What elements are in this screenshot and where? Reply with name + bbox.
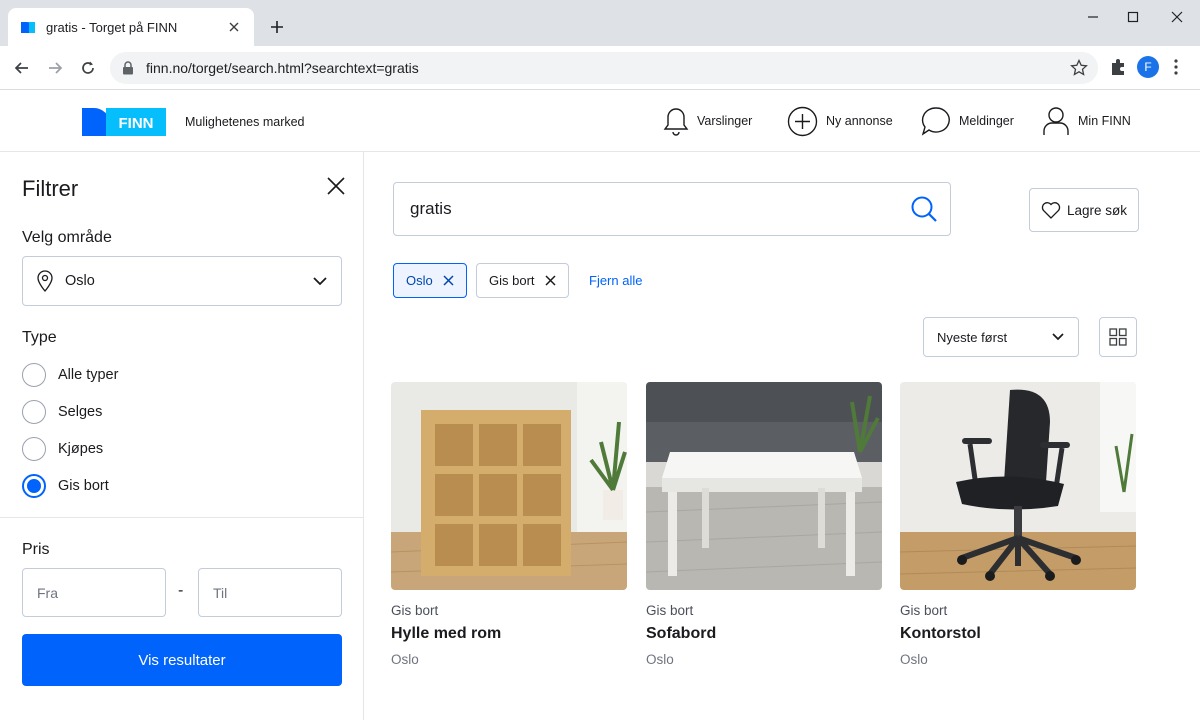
finn-logo[interactable]: FINN (82, 107, 166, 137)
profile-avatar[interactable]: F (1137, 56, 1159, 78)
bookmark-star-icon[interactable] (1070, 59, 1088, 77)
office-chair-photo[interactable] (900, 382, 1136, 590)
result-location: Oslo (391, 652, 419, 667)
price-separator: - (178, 582, 184, 599)
result-card[interactable]: Gis bort Hylle med rom Oslo (391, 382, 627, 667)
new-tab-icon[interactable] (266, 16, 288, 38)
nav-messages[interactable]: Meldinger (921, 104, 1014, 138)
result-type: Gis bort (900, 603, 948, 618)
tagline: Mulighetenes marked (185, 115, 305, 129)
result-title[interactable]: Sofabord (646, 625, 882, 643)
price-to-input[interactable] (198, 568, 342, 617)
filter-chip-give-away[interactable]: Gis bort (476, 263, 569, 298)
chevron-down-icon (1052, 333, 1064, 341)
filter-title: Filtrer (22, 176, 79, 201)
section-divider (0, 517, 364, 518)
filter-chip-oslo[interactable]: Oslo (393, 263, 467, 298)
radio-label: Alle typer (58, 367, 119, 383)
browser-toolbar: finn.no/torget/search.html?searchtext=gr… (0, 46, 1200, 90)
chat-bubble-icon (921, 107, 950, 136)
radio-label: Gis bort (58, 478, 109, 494)
nav-notifications[interactable]: Varslinger (663, 104, 752, 138)
area-label: Velg område (22, 229, 112, 246)
result-card[interactable]: Gis bort Kontorstol Oslo (900, 382, 1136, 667)
chip-label: Gis bort (489, 273, 535, 288)
radio-button[interactable] (22, 363, 46, 387)
forward-arrow-icon[interactable] (43, 56, 67, 80)
result-title[interactable]: Hylle med rom (391, 625, 627, 643)
heart-icon (1041, 202, 1061, 219)
show-results-button[interactable]: Vis resultater (22, 634, 342, 686)
logo-text: FINN (119, 115, 154, 132)
result-location: Oslo (900, 652, 928, 667)
type-label: Type (22, 329, 57, 346)
radio-label: Kjøpes (58, 441, 104, 457)
browser-menu-icon[interactable] (1170, 56, 1182, 78)
nav-label: Varslinger (697, 114, 753, 128)
nav-label: Min FINN (1078, 114, 1131, 128)
result-type: Gis bort (391, 603, 439, 618)
radio-all-types[interactable]: Alle typer (22, 362, 118, 388)
search-input[interactable]: gratis (393, 182, 951, 236)
price-label: Pris (22, 541, 50, 558)
area-select[interactable]: Oslo (22, 256, 342, 306)
radio-give-away[interactable]: Gis bort (22, 473, 109, 499)
plus-circle-icon (787, 106, 818, 136)
minimize-icon[interactable] (1082, 8, 1104, 26)
nav-my-finn[interactable]: Min FINN (1042, 104, 1131, 138)
chevron-down-icon (313, 276, 327, 285)
radio-button[interactable] (22, 437, 46, 461)
clear-all-link[interactable]: Fjern alle (589, 273, 642, 288)
browser-tab[interactable]: gratis - Torget på FINN (8, 8, 254, 46)
maximize-icon[interactable] (1122, 8, 1144, 26)
bookshelf-photo[interactable] (391, 382, 627, 590)
bell-icon (663, 108, 689, 136)
filter-sidebar: Filtrer Velg område Oslo Type Alle typer… (0, 152, 364, 720)
tab-close-icon[interactable] (226, 19, 242, 35)
area-value: Oslo (65, 273, 95, 289)
radio-label: Selges (58, 404, 103, 420)
price-from-input[interactable] (22, 568, 166, 617)
radio-sell[interactable]: Selges (22, 399, 102, 425)
close-icon[interactable] (326, 176, 346, 196)
user-icon (1043, 107, 1069, 135)
coffee-table-photo[interactable] (646, 382, 882, 590)
extensions-puzzle-icon[interactable] (1108, 57, 1128, 77)
grid-icon (1109, 328, 1127, 346)
site-header: FINN Mulighetenes marked Varslinger Ny a… (0, 90, 1200, 152)
result-location: Oslo (646, 652, 674, 667)
search-icon[interactable] (910, 195, 938, 223)
reload-icon[interactable] (76, 56, 100, 80)
nav-new-ad[interactable]: Ny annonse (787, 104, 893, 138)
radio-button-checked[interactable] (22, 474, 46, 498)
url-text: finn.no/torget/search.html?searchtext=gr… (146, 60, 419, 76)
window-close-icon[interactable] (1166, 8, 1188, 26)
chip-remove-icon[interactable] (443, 275, 454, 286)
lock-icon (123, 61, 133, 75)
search-query: gratis (410, 199, 452, 218)
result-card[interactable]: Gis bort Sofabord Oslo (646, 382, 882, 667)
address-bar[interactable]: finn.no/torget/search.html?searchtext=gr… (110, 52, 1098, 84)
nav-label: Ny annonse (826, 114, 893, 128)
finn-favicon-icon (21, 22, 35, 33)
radio-button[interactable] (22, 400, 46, 424)
grid-view-toggle[interactable] (1099, 317, 1137, 357)
chip-label: Oslo (406, 273, 433, 288)
save-search-label: Lagre søk (1066, 202, 1128, 218)
radio-buy[interactable]: Kjøpes (22, 436, 103, 462)
nav-label: Meldinger (959, 114, 1014, 128)
back-arrow-icon[interactable] (10, 56, 34, 80)
chip-remove-icon[interactable] (544, 275, 556, 286)
sort-value: Nyeste først (937, 329, 1008, 345)
tab-title: gratis - Torget på FINN (46, 19, 178, 35)
location-pin-icon (37, 270, 53, 292)
save-search-button[interactable]: Lagre søk (1029, 188, 1139, 232)
result-title[interactable]: Kontorstol (900, 625, 1136, 643)
result-type: Gis bort (646, 603, 694, 618)
sort-select[interactable]: Nyeste først (923, 317, 1079, 357)
browser-tabstrip: gratis - Torget på FINN (0, 0, 1200, 46)
